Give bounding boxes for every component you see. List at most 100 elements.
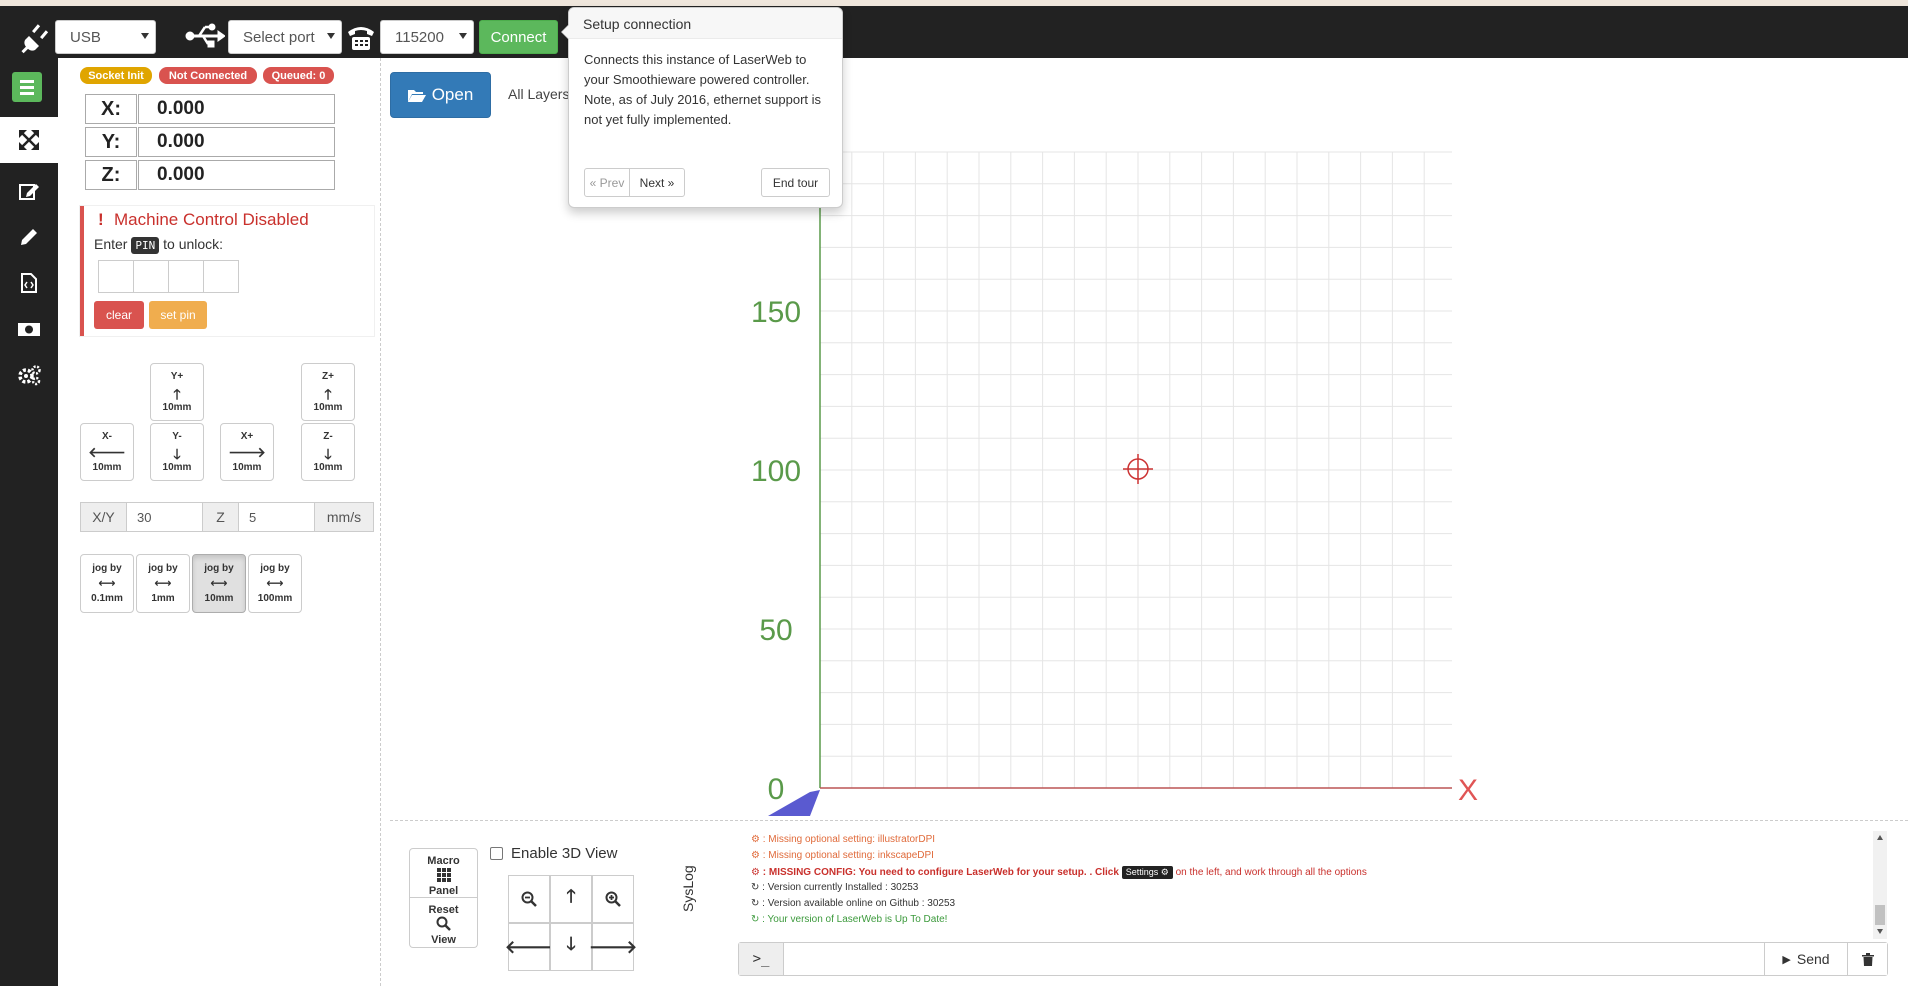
unlock-text: to unlock: — [163, 236, 224, 252]
arrow-down-icon: 🡓 — [566, 934, 576, 954]
jog-distance: 10mm — [162, 402, 192, 413]
x-coord-label: X: — [85, 94, 137, 124]
queue-status-badge: Queued: 0 — [263, 67, 334, 84]
set-pin-button[interactable]: set pin — [149, 301, 207, 329]
syslog-scrollbar[interactable] — [1873, 831, 1887, 939]
console-input[interactable] — [785, 943, 1763, 975]
scroll-up-icon[interactable] — [1877, 835, 1883, 840]
tour-content: Connects this instance of LaserWeb to yo… — [584, 52, 822, 127]
y-tick-label: 0 — [768, 773, 785, 806]
jog-by-1mm-button[interactable]: jog by ⟷ 1mm — [136, 554, 190, 613]
connect-button[interactable]: Connect — [479, 20, 558, 54]
menu-toggle-button[interactable] — [12, 72, 42, 102]
macro-label: Macro — [427, 855, 460, 867]
log-text: : MISSING CONFIG: You need to configure … — [762, 867, 1119, 878]
bottom-divider — [390, 820, 1908, 821]
pin-digit-1-input[interactable] — [98, 260, 134, 293]
jog-by-100mm-button[interactable]: jog by ⟷ 100mm — [248, 554, 302, 613]
nav-gcode[interactable] — [0, 260, 58, 306]
open-label: Open — [431, 85, 474, 104]
clear-pin-button[interactable]: clear — [94, 301, 144, 329]
jogby-label: jog by — [148, 563, 178, 574]
pin-digit-4-input[interactable] — [203, 260, 239, 293]
scrollbar-thumb[interactable] — [1875, 905, 1885, 925]
jog-distance: 10mm — [313, 402, 343, 413]
pin-digit-3-input[interactable] — [168, 260, 204, 293]
search-icon — [436, 916, 451, 931]
console-input-group: >_ ▶ Send — [738, 942, 1888, 976]
baud-select[interactable]: 115200 — [380, 20, 474, 54]
pan-left-button[interactable]: 🡐 — [505, 923, 553, 971]
nav-settings[interactable] — [0, 352, 58, 398]
xy-speed-label: X/Y — [80, 502, 127, 532]
reset-view-button[interactable]: Reset View — [409, 898, 478, 948]
file-code-icon — [21, 273, 37, 293]
jogby-distance: 100mm — [257, 593, 293, 604]
y-tick-label: 50 — [759, 614, 792, 647]
xy-speed-input[interactable]: 30 — [126, 502, 203, 532]
jog-y-plus-button[interactable]: Y+ 🡑 10mm — [150, 363, 204, 421]
tour-prev-button[interactable]: « Prev — [584, 168, 630, 197]
pan-up-button[interactable]: 🡑 — [550, 875, 592, 923]
jog-y-minus-button[interactable]: Y- 🡓 10mm — [150, 423, 204, 481]
clear-log-button[interactable] — [1847, 943, 1887, 975]
jog-x-plus-button[interactable]: X+ 🡒 10mm — [220, 423, 274, 481]
z-speed-label: Z — [202, 502, 239, 532]
send-button[interactable]: ▶ Send — [1764, 943, 1847, 975]
layers-dropdown[interactable]: All Layers — [508, 86, 569, 102]
log-text: : Missing optional setting: inkscapeDPI — [762, 850, 934, 861]
syslog-panel[interactable]: ⚙ : Missing optional setting: illustrato… — [731, 831, 1873, 939]
z-coord-value: 0.000 — [138, 160, 335, 190]
chevron-down-icon — [327, 33, 335, 39]
log-line: ↻ : Your version of LaserWeb is Up To Da… — [751, 914, 947, 925]
plug-icon — [21, 24, 49, 54]
view-label: View — [431, 934, 456, 946]
chevron-down-icon — [141, 33, 149, 39]
z-coord-label: Z: — [85, 160, 137, 190]
gears-icon — [18, 365, 41, 386]
log-text: : Version available online on Github : 3… — [762, 898, 956, 909]
arrow-right-icon: 🡒 — [228, 444, 266, 460]
connection-status-badge: Not Connected — [159, 67, 257, 84]
zoom-out-icon — [521, 891, 537, 907]
arrow-up-icon: 🡑 — [566, 886, 576, 906]
jogby-distance: 10mm — [204, 593, 234, 604]
jog-z-plus-button[interactable]: Z+ 🡑 10mm — [301, 363, 355, 421]
pin-digit-2-input[interactable] — [133, 260, 169, 293]
jog-z-minus-button[interactable]: Z- 🡓 10mm — [301, 423, 355, 481]
end-tour-button[interactable]: End tour — [761, 168, 830, 197]
gears-icon: ⚙ — [751, 834, 760, 845]
jog-x-minus-button[interactable]: X- 🡐 10mm — [80, 423, 134, 481]
jog-by-10mm-button[interactable]: jog by ⟷ 10mm — [192, 554, 246, 613]
enable-3d-view-checkbox[interactable]: Enable 3D View — [490, 845, 617, 862]
port-select[interactable]: Select port — [228, 20, 342, 54]
zoom-out-button[interactable] — [508, 875, 550, 923]
tour-next-button[interactable]: Next » — [629, 168, 685, 197]
crosshair-icon — [1123, 454, 1153, 484]
pencil-icon — [21, 229, 37, 245]
panel-divider — [380, 58, 381, 986]
settings-kbd: Settings ⚙ — [1121, 866, 1173, 879]
z-speed-input[interactable]: 5 — [238, 502, 315, 532]
jog-by-0-1mm-button[interactable]: jog by ⟷ 0.1mm — [80, 554, 134, 613]
open-file-button[interactable]: Open — [390, 72, 491, 118]
refresh-icon: ↻ — [751, 898, 760, 909]
log-text: : Missing optional setting: illustratorD… — [762, 834, 936, 845]
panel-label: Panel — [428, 885, 459, 897]
gears-icon: ⚙ — [751, 867, 760, 878]
macro-panel-button[interactable]: Macro Panel — [409, 848, 478, 898]
pan-right-button[interactable]: 🡒 — [588, 923, 638, 971]
scroll-down-icon[interactable] — [1877, 929, 1883, 934]
interface-select[interactable]: USB — [55, 20, 156, 54]
folder-open-icon — [407, 89, 426, 102]
zoom-in-button[interactable] — [592, 875, 634, 923]
nav-quote[interactable] — [0, 306, 58, 352]
nav-editor[interactable] — [0, 214, 58, 260]
jog-label: Y- — [172, 431, 182, 442]
checkbox-box[interactable] — [490, 847, 503, 860]
nav-cam[interactable] — [0, 168, 58, 214]
arrow-right-icon: 🡒 — [588, 936, 638, 957]
send-label: Send — [1796, 951, 1830, 967]
nav-jog[interactable] — [0, 117, 58, 163]
pan-down-button[interactable]: 🡓 — [550, 923, 592, 971]
